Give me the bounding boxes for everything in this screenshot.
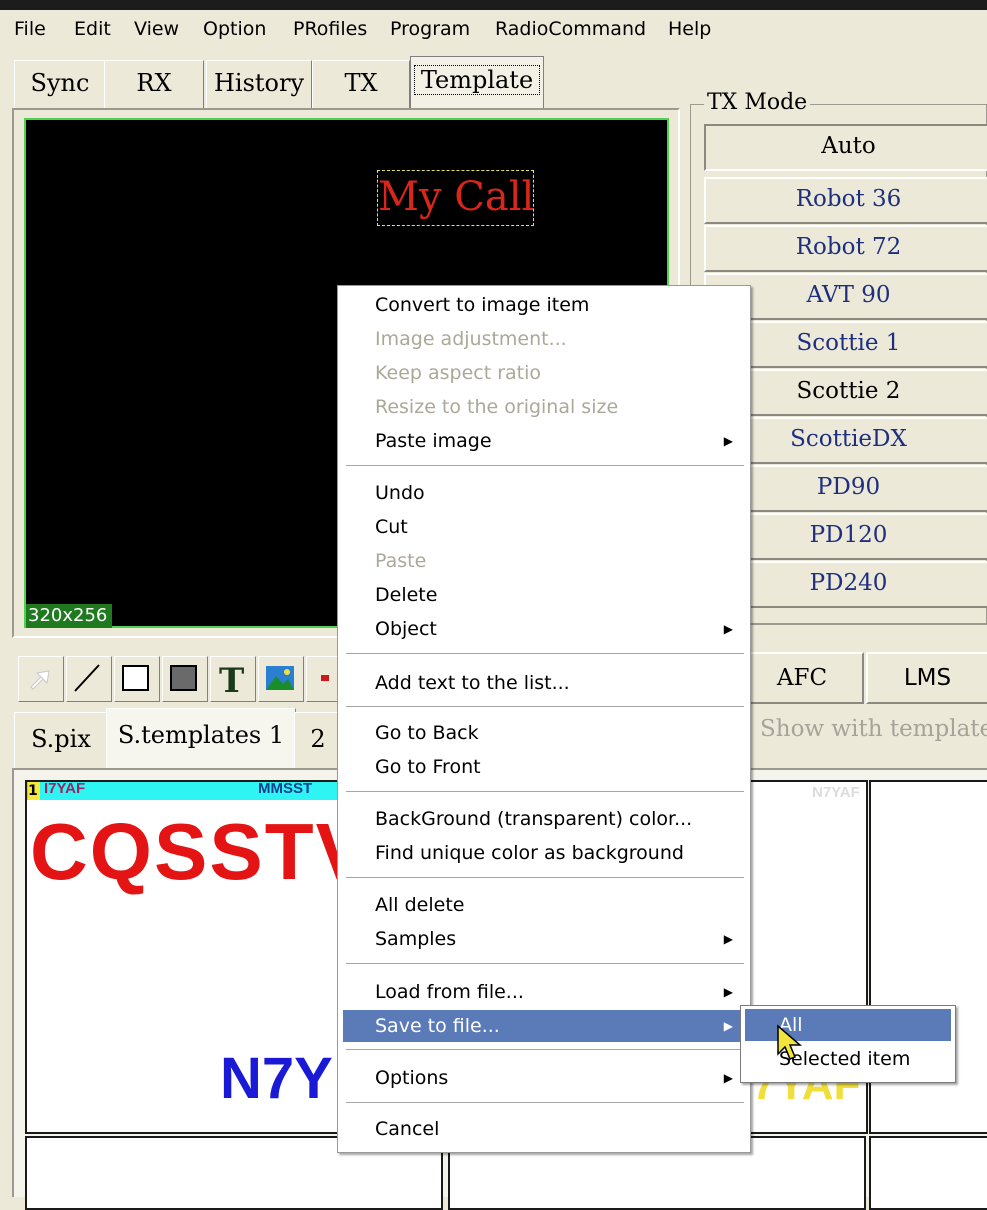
menu-delete[interactable]: Delete — [343, 579, 747, 611]
thumb1-callsign: N7Y — [220, 1046, 333, 1111]
menu-convert-to-image[interactable]: Convert to image item — [343, 289, 747, 321]
menu-separator — [346, 963, 744, 965]
menu-object[interactable]: Object ▶ — [343, 613, 747, 645]
menu-all-delete[interactable]: All delete — [343, 889, 747, 921]
lms-button[interactable]: LMS — [866, 652, 987, 704]
canvas-size-label: 320x256 — [26, 604, 112, 628]
image-icon — [266, 666, 294, 690]
svg-text:T: T — [219, 661, 244, 699]
menu-save-label: Save to file... — [375, 1015, 500, 1037]
menu-separator — [346, 1102, 744, 1104]
menu-cut[interactable]: Cut — [343, 511, 747, 543]
show-with-template-checkbox[interactable]: Show with template — [760, 716, 987, 742]
thumb1-call: I7YAF — [44, 780, 86, 797]
menu-resize-original[interactable]: Resize to the original size — [343, 391, 747, 423]
menu-options-label: Options — [375, 1067, 449, 1089]
mycall-text-item[interactable]: My Call — [377, 170, 534, 226]
pointer-icon — [30, 670, 50, 690]
menu-add-text-list[interactable]: Add text to the list... — [343, 667, 747, 699]
tab-tx-label: TX — [344, 69, 378, 97]
menu-separator — [346, 653, 744, 655]
menu-edit[interactable]: Edit — [74, 18, 111, 40]
line-icon — [74, 664, 100, 692]
tab-rx[interactable]: RX — [104, 60, 204, 113]
tab-history-label: History — [213, 69, 305, 97]
menu-file[interactable]: File — [14, 18, 46, 40]
tab-spix-label: S.pix — [31, 725, 91, 753]
menu-object-label: Object — [375, 618, 437, 640]
text-tool[interactable]: T — [210, 656, 256, 702]
menu-bar: File Edit View Option PRofiles Program R… — [0, 10, 987, 50]
tab-stemplates-label: S.templates 1 — [117, 721, 285, 749]
submenu-arrow-icon: ▶ — [723, 1019, 733, 1033]
select-tool[interactable] — [18, 656, 64, 702]
thumb1-mode: MMSST — [258, 780, 313, 797]
filled-rectangle-tool[interactable] — [162, 656, 208, 702]
image-tool[interactable] — [258, 656, 304, 702]
submenu-arrow-icon: ▶ — [723, 1071, 733, 1085]
window-top-edge — [0, 0, 987, 10]
menu-undo[interactable]: Undo — [343, 477, 747, 509]
menu-save-to-file[interactable]: Save to file... ▶ — [343, 1010, 747, 1042]
menu-separator — [346, 465, 744, 467]
menu-keep-aspect-ratio[interactable]: Keep aspect ratio — [343, 357, 747, 389]
tx-mode-legend: TX Mode — [704, 90, 811, 115]
menu-option[interactable]: Option — [203, 18, 266, 40]
template-thumb-6[interactable] — [869, 1136, 987, 1210]
menu-load-from-file[interactable]: Load from file... ▶ — [343, 976, 747, 1008]
menu-paste-image-label: Paste image — [375, 430, 492, 452]
text-icon: T — [219, 661, 244, 701]
menu-background-color[interactable]: BackGround (transparent) color... — [343, 803, 747, 835]
menu-go-to-front[interactable]: Go to Front — [343, 751, 747, 783]
menu-separator — [346, 706, 744, 708]
rectangle-icon — [122, 665, 149, 691]
tab-template-label: Template — [413, 65, 541, 95]
menu-separator — [346, 791, 744, 793]
menu-paste-image[interactable]: Paste image ▶ — [343, 425, 747, 457]
tab-template[interactable]: Template — [410, 56, 544, 113]
tab-sync[interactable]: Sync — [14, 60, 106, 113]
menu-find-unique-color[interactable]: Find unique color as background — [343, 837, 747, 869]
rectangle-tool[interactable] — [114, 656, 160, 702]
menu-load-label: Load from file... — [375, 981, 524, 1003]
menu-samples-label: Samples — [375, 928, 457, 950]
line-tool[interactable] — [66, 656, 112, 702]
tab-sync-label: Sync — [30, 69, 90, 97]
mode-auto-button[interactable]: Auto — [704, 124, 987, 171]
tab-history[interactable]: History — [206, 60, 312, 113]
submenu-arrow-icon: ▶ — [723, 434, 733, 448]
afc-button[interactable]: AFC — [740, 652, 864, 704]
menu-options[interactable]: Options ▶ — [343, 1062, 747, 1094]
menu-cancel[interactable]: Cancel — [343, 1113, 747, 1145]
menu-image-adjustment[interactable]: Image adjustment... — [343, 323, 747, 355]
tab-two-label: 2 — [310, 725, 326, 753]
menu-separator — [346, 877, 744, 879]
menu-paste[interactable]: Paste — [343, 545, 747, 577]
menu-separator — [346, 1049, 744, 1051]
thumb2-call: N7YAF — [812, 784, 860, 801]
menu-radiocommand[interactable]: RadioCommand — [495, 18, 646, 40]
menu-go-to-back[interactable]: Go to Back — [343, 717, 747, 749]
color-dot-icon — [321, 675, 329, 681]
menu-profiles[interactable]: PRofiles — [293, 18, 367, 40]
menu-help[interactable]: Help — [668, 18, 711, 40]
menu-program[interactable]: Program — [390, 18, 470, 40]
mode-robot36-button[interactable]: Robot 36 — [704, 177, 987, 224]
thumb1-headline: CQSSTV — [30, 807, 371, 896]
tab-tx[interactable]: TX — [312, 60, 410, 113]
submenu-arrow-icon: ▶ — [723, 985, 733, 999]
thumb1-number: 1 — [28, 782, 40, 800]
tab-rx-label: RX — [136, 69, 172, 97]
mouse-cursor-icon — [777, 1024, 803, 1060]
submenu-arrow-icon: ▶ — [723, 622, 733, 636]
menu-view[interactable]: View — [134, 18, 179, 40]
filled-rectangle-icon — [170, 665, 197, 691]
drawing-toolbar: T — [12, 652, 344, 704]
menu-samples[interactable]: Samples ▶ — [343, 923, 747, 955]
submenu-arrow-icon: ▶ — [723, 932, 733, 946]
mode-robot72-button[interactable]: Robot 72 — [704, 225, 987, 272]
